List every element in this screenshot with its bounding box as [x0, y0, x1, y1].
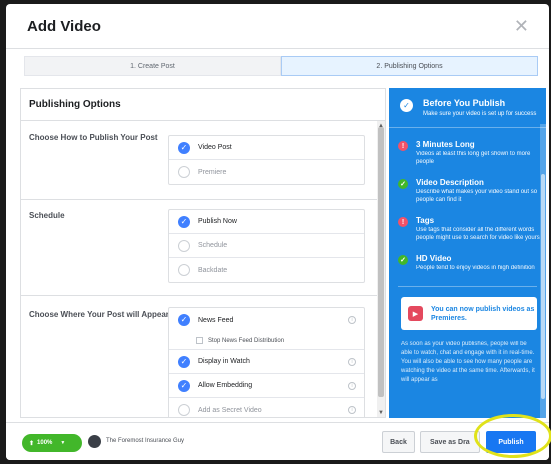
- option-video-post[interactable]: ✓ Video Post: [169, 136, 364, 160]
- radio-icon: [178, 264, 190, 276]
- publish-how-options: ✓ Video Post Premiere: [168, 135, 365, 185]
- radio-icon: [178, 404, 190, 416]
- avatar: [88, 435, 101, 448]
- option-backdate[interactable]: Backdate: [169, 258, 364, 282]
- tips-subtitle: Make sure your video is set up for succe…: [423, 111, 537, 117]
- option-label: Display in Watch: [198, 358, 250, 365]
- tips-title: Before You Publish: [423, 98, 506, 108]
- check-icon: ✓: [398, 255, 408, 265]
- scroll-down-icon[interactable]: ▼: [378, 410, 384, 416]
- option-display-in-watch[interactable]: ✓ Display in Watch i: [169, 350, 364, 374]
- divider: [21, 199, 379, 200]
- checkbox-label: Stop News Feed Distribution: [208, 337, 285, 344]
- schedule-label: Schedule: [29, 211, 65, 220]
- close-icon[interactable]: ✕: [514, 17, 529, 35]
- dialog-header: Add Video ✕: [6, 4, 549, 49]
- highlight-circle: [474, 414, 551, 458]
- where-options: ✓ News Feed i Stop News Feed Distributio…: [168, 307, 365, 417]
- radio-icon: [178, 166, 190, 178]
- check-icon: ✓: [178, 215, 190, 228]
- tab-create-post[interactable]: 1. Create Post: [24, 56, 281, 76]
- tip-desc: Videos at least this long get shown to m…: [416, 151, 531, 165]
- tip-duration: ! 3 Minutes Long Videos at least this lon…: [389, 140, 546, 166]
- tip-desc: People tend to enjoy videos in high defi…: [416, 265, 535, 271]
- tip-hd: ✓ HD Video People tend to enjoy videos in…: [389, 254, 546, 272]
- tips-header: ✓ Before You Publish Make sure your vide…: [389, 88, 546, 117]
- option-label: Backdate: [198, 266, 228, 274]
- option-label: Premiere: [198, 168, 227, 176]
- audience-selector[interactable]: ⬆ 100% ▼: [22, 434, 82, 452]
- option-news-feed[interactable]: ✓ News Feed i: [169, 308, 364, 332]
- option-secret-video[interactable]: Add as Secret Video i: [169, 398, 364, 417]
- tip-title: HD Video: [416, 254, 452, 263]
- option-label: Allow Embedding: [198, 382, 253, 389]
- panel-heading: Publishing Options: [21, 89, 385, 121]
- option-allow-embedding[interactable]: ✓ Allow Embedding i: [169, 374, 364, 398]
- info-icon[interactable]: i: [348, 406, 356, 414]
- option-label: Publish Now: [198, 218, 237, 225]
- check-icon: ✓: [178, 141, 190, 154]
- chevron-down-icon: ▼: [60, 440, 66, 446]
- info-icon[interactable]: i: [348, 381, 356, 390]
- option-publish-now[interactable]: ✓ Publish Now: [169, 210, 364, 234]
- option-label: Add as Secret Video: [198, 406, 262, 414]
- info-icon[interactable]: i: [348, 316, 356, 324]
- tip-desc: Use tags that consider all the different…: [416, 227, 540, 241]
- radio-icon: [178, 239, 190, 252]
- publishing-options-panel: Publishing Options Choose How to Publish…: [20, 88, 386, 418]
- warning-icon: !: [398, 141, 408, 151]
- tip-desc: Describe what makes your video stand out…: [416, 189, 538, 203]
- scroll-thumb[interactable]: [541, 174, 545, 399]
- option-label: News Feed: [198, 316, 234, 324]
- warning-icon: !: [398, 217, 408, 227]
- divider: [389, 127, 546, 128]
- check-icon: ✓: [178, 355, 190, 368]
- option-schedule[interactable]: Schedule: [169, 234, 364, 258]
- left-scrollbar[interactable]: ▲ ▼: [377, 121, 385, 417]
- dialog-footer: ⬆ 100% ▼ The Foremost Insurance Guy Back…: [6, 422, 549, 460]
- tab-publishing-options[interactable]: 2. Publishing Options: [281, 56, 538, 76]
- globe-icon: ⬆: [29, 440, 35, 447]
- divider: [398, 286, 537, 287]
- checkbox-icon: [196, 337, 203, 344]
- option-label: Schedule: [198, 242, 228, 249]
- check-icon: ✓: [398, 179, 408, 189]
- page-name: The Foremost Insurance Guy: [106, 438, 185, 444]
- add-video-dialog: Add Video ✕ 1. Create Post 2. Publishing…: [6, 4, 549, 460]
- audience-label: 100%: [37, 440, 53, 446]
- stop-news-feed-checkbox[interactable]: Stop News Feed Distribution: [169, 332, 364, 350]
- tip-title: Tags: [416, 216, 435, 225]
- info-icon[interactable]: i: [348, 357, 356, 366]
- tips-scrollbar[interactable]: [540, 124, 546, 418]
- scroll-thumb[interactable]: [378, 127, 384, 397]
- before-you-publish-panel: ✓ Before You Publish Make sure your vide…: [389, 88, 546, 418]
- tip-description: ✓ Video Description Describe what makes y…: [389, 178, 546, 204]
- tip-tags: ! Tags Use tags that consider all the dif…: [389, 216, 546, 242]
- check-circle-icon: ✓: [400, 99, 413, 112]
- divider: [21, 295, 379, 296]
- option-label: Video Post: [198, 144, 232, 151]
- where-label: Choose Where Your Post will Appear: [29, 310, 169, 319]
- check-icon: ✓: [178, 379, 190, 392]
- tip-title: 3 Minutes Long: [416, 140, 475, 149]
- premiere-card[interactable]: ▶ You can now publish videos as Premiere…: [401, 297, 537, 330]
- option-premiere[interactable]: Premiere: [169, 160, 364, 184]
- save-draft-button[interactable]: Save as Dra: [420, 431, 480, 453]
- premiere-card-text: You can now publish videos as Premieres.: [431, 305, 535, 322]
- premiere-icon: ▶: [408, 306, 423, 321]
- tip-title: Video Description: [416, 178, 484, 187]
- publish-how-label: Choose How to Publish Your Post: [29, 133, 158, 142]
- check-icon: ✓: [178, 314, 190, 326]
- back-button[interactable]: Back: [382, 431, 415, 453]
- step-tabs: 1. Create Post 2. Publishing Options: [24, 56, 538, 76]
- schedule-options: ✓ Publish Now Schedule Backdate: [168, 209, 365, 283]
- dialog-title: Add Video: [27, 17, 101, 35]
- premiere-info-text: As soon as your video publishes, people …: [401, 341, 535, 383]
